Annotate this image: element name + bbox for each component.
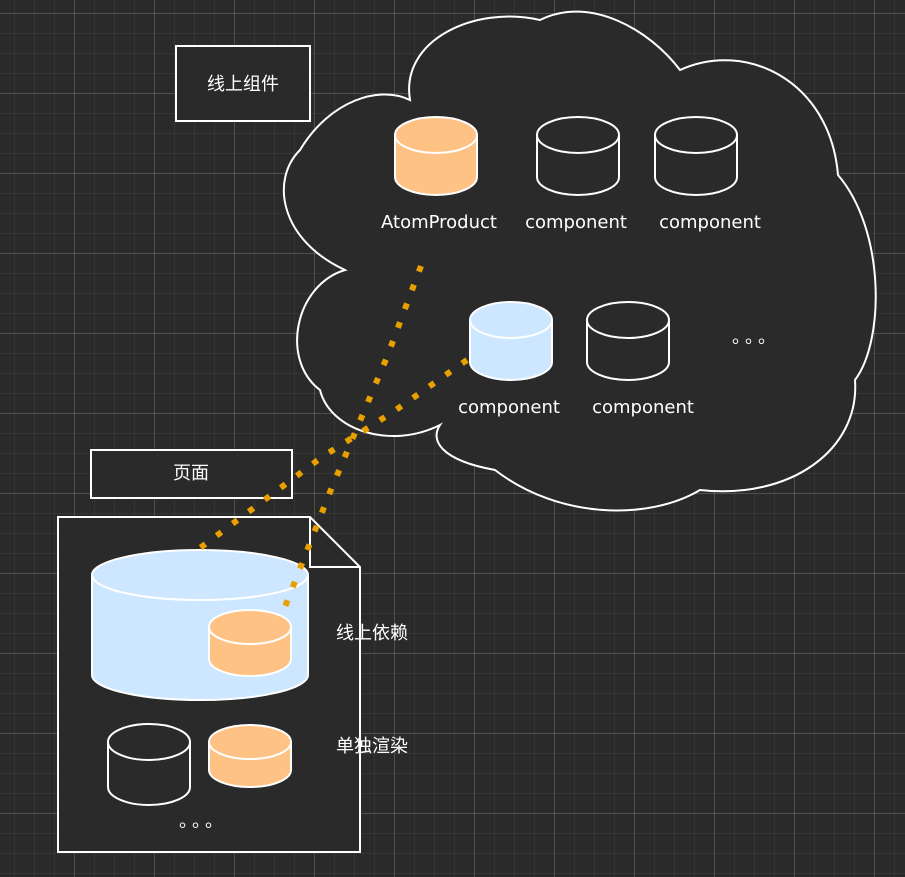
- cloud-ellipsis: 。。。: [732, 327, 780, 348]
- cylinder-component-3[interactable]: [586, 301, 670, 381]
- cloud-item-label-4: component: [458, 397, 560, 418]
- cloud-item-label-2: component: [525, 212, 627, 233]
- page-box-label: 页面: [173, 463, 209, 484]
- cylinder-dependency-item[interactable]: [208, 609, 292, 677]
- cloud-item-label-5: component: [592, 397, 694, 418]
- cylinder-standalone-orange[interactable]: [208, 724, 292, 788]
- cloud-item-label-1: AtomProduct: [381, 212, 497, 233]
- cylinder-atomproduct[interactable]: [394, 116, 478, 196]
- cylinder-component-2[interactable]: [654, 116, 738, 196]
- online-components-box-label: 线上组件: [207, 74, 279, 95]
- diagram-canvas: 线上组件 AtomProduct component component com…: [0, 0, 905, 877]
- cloud-item-label-3: component: [659, 212, 761, 233]
- online-dependency-label: 线上依赖: [336, 623, 408, 644]
- standalone-render-label: 单独渲染: [336, 736, 408, 757]
- document-ellipsis: 。。。: [179, 811, 227, 832]
- cylinder-standalone-empty[interactable]: [107, 723, 191, 806]
- cylinder-component-blue[interactable]: [469, 301, 553, 381]
- cylinder-component-1[interactable]: [536, 116, 620, 196]
- architecture-diagram: 线上组件 AtomProduct component component com…: [57, 10, 877, 853]
- online-components-cloud[interactable]: [282, 10, 877, 512]
